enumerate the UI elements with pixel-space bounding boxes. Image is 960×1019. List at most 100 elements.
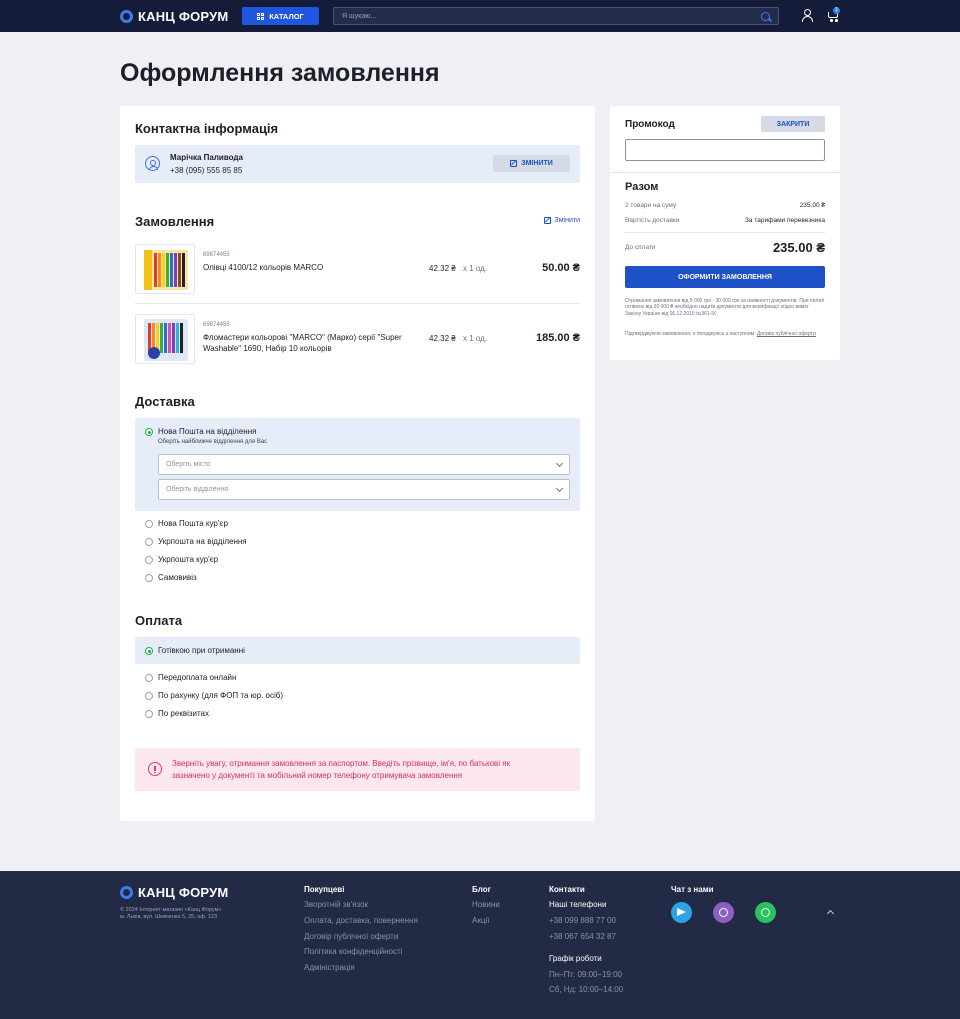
catalog-label: КАТАЛОГ xyxy=(269,11,304,21)
footer-blog-title: Блог xyxy=(472,885,491,894)
footer-link[interactable]: Політика конфіденційності xyxy=(304,947,402,956)
checkout-button[interactable]: ОФОРМИТИ ЗАМОВЛЕННЯ xyxy=(625,266,825,288)
order-item: 69874455 Фломастери кольорові "MARCO" (М… xyxy=(135,314,580,364)
change-contact-button[interactable]: ЗМІНИТИ xyxy=(493,155,570,172)
product-image-pencils[interactable] xyxy=(135,244,195,294)
delivery-radio[interactable] xyxy=(145,556,153,564)
product-price: 42.32 ₴ xyxy=(429,334,456,343)
logo-icon xyxy=(120,10,133,23)
top-header: КАНЦ ФОРУМ КАТАЛОГ 1 xyxy=(0,0,960,32)
product-name[interactable]: Фломастери кольорові "MARCO" (Марко) сер… xyxy=(203,332,413,354)
agreement-note-text: Підтверджуючи замовлення, я погоджуюсь з… xyxy=(625,331,757,337)
product-image-markers[interactable] xyxy=(135,314,195,364)
catalog-button[interactable]: КАТАЛОГ xyxy=(242,7,319,25)
page-title: Оформлення замовлення xyxy=(120,59,440,87)
contact-info-box: Марічка Паливода +38 (095) 555 85 85 ЗМІ… xyxy=(135,145,580,183)
site-logo[interactable]: КАНЦ ФОРУМ xyxy=(120,9,228,24)
payment-option-label: Готівкою при отриманні xyxy=(158,646,245,655)
phone-link[interactable]: +38 067 654 32 87 xyxy=(549,932,616,941)
product-total: 50.00 ₴ xyxy=(542,262,580,274)
passport-notice: Зверніть увагу, отримання замовлення за … xyxy=(135,748,580,791)
product-price: 42.32 ₴ xyxy=(429,264,456,273)
summary-title: Разом xyxy=(625,181,659,193)
public-offer-link[interactable]: Договір публічної оферти xyxy=(757,331,816,337)
delivery-option-label[interactable]: Нова Пошта кур'єр xyxy=(158,519,228,528)
promo-code-input[interactable] xyxy=(625,139,825,161)
footer-logo-text: КАНЦ ФОРУМ xyxy=(138,885,229,900)
copyright-text: © 2024 Інтернет-магазин «Канц Форум» xyxy=(120,907,222,913)
payment-radio[interactable] xyxy=(145,710,153,718)
telegram-icon[interactable] xyxy=(671,902,692,923)
city-select[interactable]: Оберіть місто xyxy=(158,454,570,475)
item-divider xyxy=(135,303,580,304)
delivery-option-label[interactable]: Укрпошта на відділення xyxy=(158,537,247,546)
site-footer: КАНЦ ФОРУМ © 2024 Інтернет-магазин «Канц… xyxy=(0,871,960,1019)
grid-icon xyxy=(257,12,265,20)
branch-select-placeholder: Оберіть відділення xyxy=(166,486,229,493)
edit-icon xyxy=(543,217,551,224)
branch-select[interactable]: Оберіть відділення xyxy=(158,479,570,500)
promo-close-button[interactable]: ЗАКРИТИ xyxy=(761,116,825,132)
city-select-placeholder: Оберіть місто xyxy=(166,461,211,468)
delivery-option-label[interactable]: Укрпошта кур'єр xyxy=(158,555,218,564)
footer-logo[interactable]: КАНЦ ФОРУМ xyxy=(120,885,228,900)
user-avatar-icon xyxy=(145,156,160,171)
product-sku: 69874455 xyxy=(203,322,230,328)
payment-radio[interactable] xyxy=(145,674,153,682)
schedule-line: Пн–Пт: 09:00–19:00 xyxy=(549,970,622,979)
delivery-option-label[interactable]: Самовивіз xyxy=(158,573,197,582)
product-name[interactable]: Олівці 4100/12 кольорів MARCO xyxy=(203,262,413,273)
payment-radio-cash[interactable] xyxy=(145,647,153,655)
footer-link[interactable]: Зворотній зв'язок xyxy=(304,900,368,909)
delivery-option-label: Нова Пошта на відділення xyxy=(158,427,257,436)
footer-link[interactable]: Акції xyxy=(472,916,489,925)
chevron-down-icon xyxy=(555,484,564,493)
edit-order-label: Змінити xyxy=(554,217,581,224)
logo-text: КАНЦ ФОРУМ xyxy=(138,9,229,24)
items-sum-value: 235.00 ₴ xyxy=(799,202,825,209)
items-sum-label: 2 товари на суму xyxy=(625,202,677,209)
delivery-radio[interactable] xyxy=(145,574,153,582)
pay-total-value: 235.00 ₴ xyxy=(772,240,825,255)
delivery-radio-nova-poshta-branch[interactable] xyxy=(145,428,153,436)
contact-phone: +38 (095) 555 85 85 xyxy=(170,166,243,175)
user-icon[interactable] xyxy=(801,9,813,23)
edit-icon xyxy=(510,160,518,167)
delivery-option-hint: Оберіть найближче відділення для Вас xyxy=(158,439,268,445)
footer-link[interactable]: Оплата, доставка, повернення xyxy=(304,916,418,925)
footer-link[interactable]: Договір публічної оферти xyxy=(304,932,398,941)
footer-link[interactable]: Адміністрація xyxy=(304,963,355,972)
product-sku: 69874455 xyxy=(203,252,230,258)
chevron-down-icon xyxy=(555,459,564,468)
delivery-radio[interactable] xyxy=(145,520,153,528)
schedule-title: Графік роботи xyxy=(549,954,602,963)
delivery-cost-value: За тарифами перевезника xyxy=(745,217,825,224)
search-icon[interactable] xyxy=(761,12,770,21)
pay-total-label: До сплати xyxy=(625,244,656,251)
items-sum-row: 2 товари на суму 235.00 ₴ xyxy=(625,202,825,209)
agreement-note: Підтверджуючи замовлення, я погоджуюсь з… xyxy=(625,331,825,337)
delivery-section-title: Доставка xyxy=(135,394,195,409)
product-quantity: x 1 од. xyxy=(463,334,488,343)
summary-divider xyxy=(625,232,825,233)
change-contact-label: ЗМІНИТИ xyxy=(521,160,553,167)
payment-option-label[interactable]: По реквізитах xyxy=(158,709,209,718)
payment-option-label[interactable]: По рахунку (для ФОП та юр. осіб) xyxy=(158,691,283,700)
payment-option-label[interactable]: Передоплата онлайн xyxy=(158,673,236,682)
payment-radio[interactable] xyxy=(145,692,153,700)
delivery-cost-label: Вартість доставки xyxy=(625,217,680,224)
search-bar xyxy=(333,7,779,25)
phone-link[interactable]: +38 099 888 77 00 xyxy=(549,916,616,925)
order-section-title: Замовлення xyxy=(135,214,215,229)
delivery-radio[interactable] xyxy=(145,538,153,546)
product-total: 185.00 ₴ xyxy=(535,332,580,344)
search-input[interactable] xyxy=(342,11,752,22)
logo-icon xyxy=(120,886,133,899)
chevron-up-icon[interactable] xyxy=(826,909,835,918)
whatsapp-icon[interactable] xyxy=(755,902,776,923)
viber-icon[interactable] xyxy=(713,902,734,923)
product-quantity: x 1 од. xyxy=(463,264,488,273)
order-item: 69874455 Олівці 4100/12 кольорів MARCO 4… xyxy=(135,244,580,294)
edit-order-link[interactable]: Змінити xyxy=(543,217,581,224)
footer-link[interactable]: Новини xyxy=(472,900,500,909)
